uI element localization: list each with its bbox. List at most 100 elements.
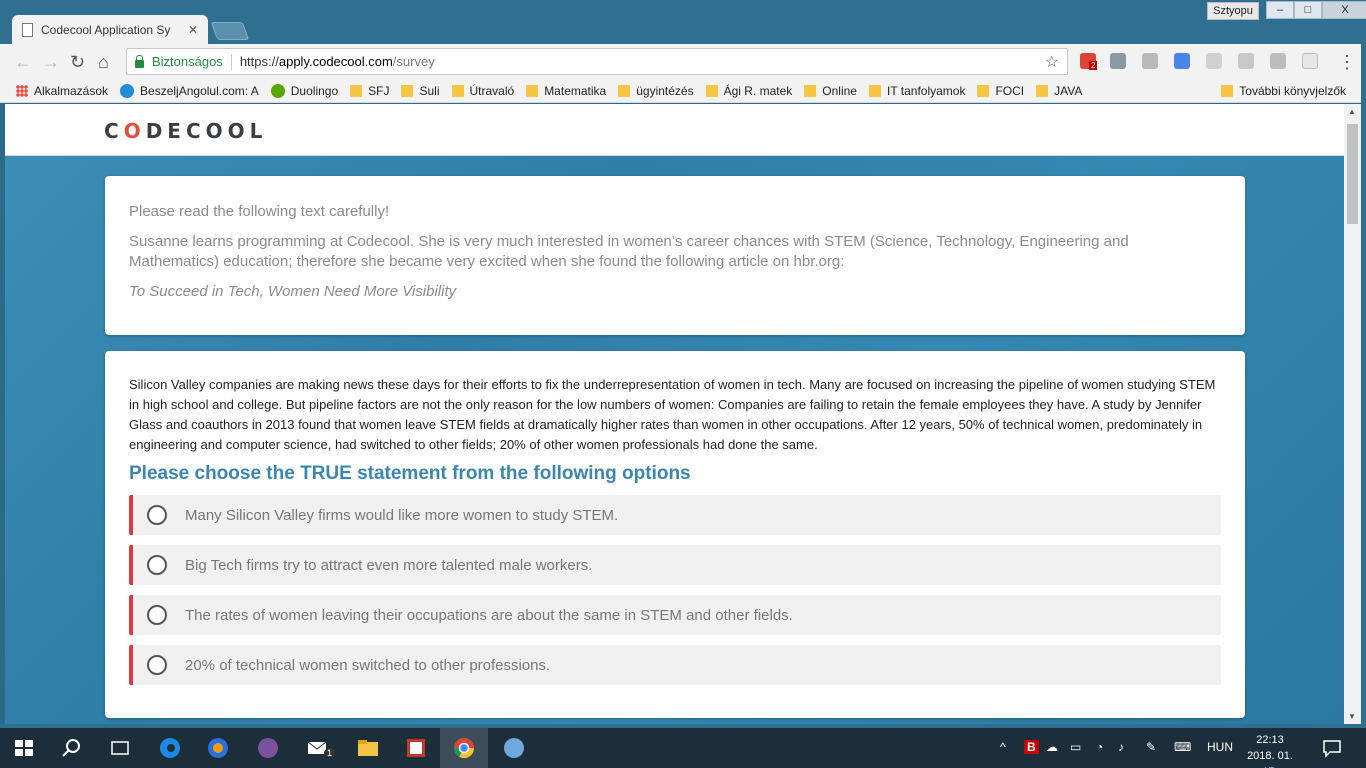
page-scrollbar[interactable]: ▲ ▼ <box>1344 104 1361 724</box>
wifi-icon[interactable]: ◔ <box>1096 740 1103 754</box>
window-controls: – □ X <box>1266 1 1366 19</box>
bookmark-label: Ági R. matek <box>723 83 793 98</box>
bookmark-label: Alkalmazások <box>34 83 109 98</box>
bookmark-folder[interactable]: Ági R. matek <box>705 83 793 98</box>
bookmark-folder[interactable]: JAVA <box>1036 84 1082 98</box>
translate-extension-icon[interactable] <box>1174 53 1190 69</box>
url-text[interactable]: https://apply.codecool.com/survey <box>240 54 1045 69</box>
bookmark-folder[interactable]: ügyintézés <box>618 83 694 98</box>
security-label: Biztonságos <box>152 54 223 69</box>
bookmark-folder[interactable]: Online <box>804 84 857 98</box>
answer-option[interactable]: 20% of technical women switched to other… <box>129 645 1221 685</box>
folder-icon <box>868 84 881 97</box>
answer-option[interactable]: Many Silicon Valley firms would like mor… <box>129 495 1221 535</box>
viber-icon[interactable] <box>256 736 280 760</box>
url-scheme: https:// <box>239 54 279 69</box>
logo-rest: DECOOL <box>145 119 268 143</box>
firefox-icon[interactable] <box>206 736 230 760</box>
folder-icon <box>1036 84 1049 97</box>
reload-icon[interactable]: ↻ <box>70 52 85 73</box>
url-host: apply.codecool.com <box>278 54 393 69</box>
minimize-button[interactable]: – <box>1266 1 1294 19</box>
cloud-icon[interactable]: ☁ <box>1046 740 1058 754</box>
puzzle-extension-icon[interactable] <box>1110 53 1126 69</box>
language-indicator[interactable]: HUN <box>1207 740 1233 754</box>
clock-date: 2018. 01. 17. <box>1247 750 1293 768</box>
chevron-up-icon[interactable]: ^ <box>1000 740 1006 754</box>
radio-button[interactable] <box>147 505 167 525</box>
profile-button[interactable]: Sztyopu <box>1207 2 1259 20</box>
answer-option[interactable]: The rates of women leaving their occupat… <box>129 595 1221 635</box>
browser-toolbar: ← → ↻ ⌂ Biztonságos https://apply.codeco… <box>0 44 1366 79</box>
gmail-extension-icon[interactable]: 2 <box>1080 53 1098 70</box>
pen-extension-icon[interactable] <box>1302 53 1318 69</box>
bookmark-label: BeszeljAngolul.com: A <box>140 83 259 98</box>
battery-icon[interactable]: ▭ <box>1070 740 1081 754</box>
bookmark-apps[interactable]: Alkalmazások <box>16 84 108 98</box>
bookmark-folder[interactable]: SFJ <box>350 84 389 98</box>
menu-icon[interactable]: ⋮ <box>1338 52 1356 73</box>
context-text: Susanne learns programming at Codecool. … <box>129 233 1129 270</box>
b-tray-icon[interactable]: B <box>1024 740 1039 754</box>
answer-option[interactable]: Big Tech firms try to attract even more … <box>129 545 1221 585</box>
p-extension-icon[interactable] <box>1142 53 1158 69</box>
mail-badge: 1 <box>324 748 336 758</box>
note-extension-icon[interactable] <box>1270 53 1286 69</box>
intro-card: Please read the following text carefully… <box>105 176 1245 335</box>
chrome-icon[interactable] <box>452 736 476 760</box>
forward-arrow-icon[interactable]: → <box>42 52 60 73</box>
back-arrow-icon[interactable]: ← <box>14 52 32 73</box>
passage-text: Silicon Valley companies are making news… <box>129 377 1216 452</box>
bookmark-label: Útravaló <box>469 83 515 98</box>
lock-icon <box>135 54 144 68</box>
apps-icon <box>16 84 28 97</box>
new-tab-button[interactable] <box>210 22 250 40</box>
clock[interactable]: 22:13 2018. 01. 17. <box>1240 732 1300 768</box>
bookmark-label: Duolingo <box>290 83 339 98</box>
edge-icon[interactable] <box>158 736 182 760</box>
folder-icon <box>526 84 539 97</box>
bookmark-folder[interactable]: FOCI <box>977 84 1024 98</box>
owl-icon <box>270 83 285 98</box>
scroll-thumb[interactable] <box>1347 124 1358 224</box>
scroll-up-icon[interactable]: ▲ <box>1348 107 1356 116</box>
tab-close-icon[interactable]: ✕ <box>188 23 198 37</box>
bookmark-item[interactable]: Duolingo <box>270 83 339 98</box>
file-explorer-icon[interactable] <box>356 736 380 760</box>
browser-tab[interactable]: Codecool Application Sy ✕ <box>12 15 208 44</box>
bookmark-star-icon[interactable]: ☆ <box>1045 52 1059 72</box>
radio-button[interactable] <box>147 605 167 625</box>
windows-start-icon[interactable] <box>12 736 36 760</box>
maximize-button[interactable]: □ <box>1294 1 1322 19</box>
pen-icon[interactable]: ✎ <box>1146 740 1156 754</box>
close-window-button[interactable]: X <box>1322 1 1366 19</box>
qbittorrent-icon[interactable] <box>502 736 526 760</box>
task-view-icon[interactable] <box>108 736 132 760</box>
bookmark-label: Online <box>822 83 857 98</box>
codecool-logo[interactable]: CODECOOL <box>104 119 267 143</box>
other-bookmarks[interactable]: További könyvjelzők <box>1221 84 1346 98</box>
bookmark-item[interactable]: BeszeljAngolul.com: A <box>120 83 259 98</box>
scroll-down-icon[interactable]: ▼ <box>1348 712 1356 721</box>
option-label: Many Silicon Valley firms would like mor… <box>185 506 619 524</box>
radio-button[interactable] <box>147 655 167 675</box>
calendar-app-icon[interactable] <box>404 736 428 760</box>
bookmark-folder[interactable]: IT tanfolyamok <box>868 84 965 98</box>
home-icon[interactable]: ⌂ <box>98 52 109 73</box>
bookmark-folder[interactable]: Útravaló <box>451 83 515 98</box>
tab-title: Codecool Application Sy <box>41 22 171 37</box>
bookmark-label: ügyintézés <box>636 83 694 98</box>
search-icon[interactable] <box>60 736 84 760</box>
window-extension-icon[interactable] <box>1238 53 1254 69</box>
taskbar: 1 ^ B ☁ ▭ ◔ ♪ ✎ ⌨ HUN 22:13 2018. 01. 17… <box>0 728 1366 768</box>
bookmark-folder[interactable]: Suli <box>401 84 440 98</box>
option-label: Big Tech firms try to attract even more … <box>185 556 593 574</box>
radio-button[interactable] <box>147 555 167 575</box>
notifications-icon[interactable] <box>1320 736 1344 760</box>
keyboard-icon[interactable]: ⌨ <box>1174 740 1191 754</box>
volume-icon[interactable]: ♪ <box>1118 740 1124 754</box>
question-card: Silicon Valley companies are making news… <box>105 351 1245 718</box>
bookmark-folder[interactable]: Matematika <box>526 84 606 98</box>
address-bar[interactable]: Biztonságos https://apply.codecool.com/s… <box>126 48 1068 75</box>
lightbulb-extension-icon[interactable] <box>1206 53 1222 69</box>
